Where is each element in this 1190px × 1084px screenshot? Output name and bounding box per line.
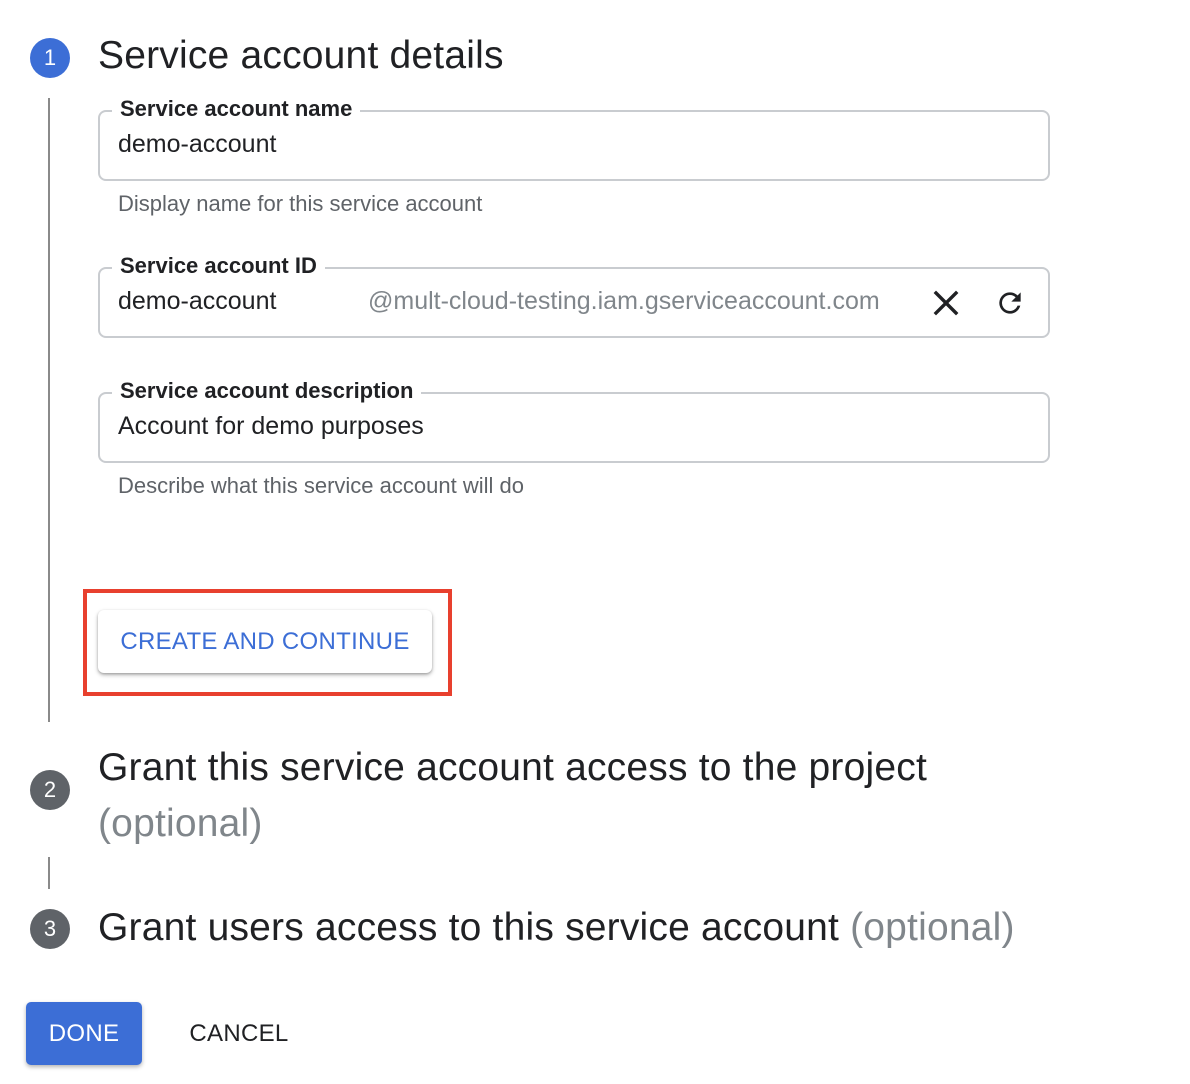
- step-2-indicator: 2: [30, 770, 70, 810]
- step-2-optional-label: (optional): [98, 802, 263, 845]
- step-2-connector: [48, 857, 50, 889]
- close-icon[interactable]: [926, 283, 966, 323]
- service-account-id-input[interactable]: demo-account: [118, 287, 276, 316]
- step-2-title[interactable]: Grant this service account access to the…: [98, 740, 1018, 852]
- service-account-description-field[interactable]: Service account description Account for …: [98, 378, 1050, 463]
- service-account-name-input[interactable]: demo-account: [118, 130, 276, 159]
- service-account-id-label: Service account ID: [112, 253, 325, 279]
- step-1-connector: [48, 98, 50, 722]
- service-account-id-field[interactable]: Service account ID demo-account @mult-cl…: [98, 253, 1050, 338]
- service-account-description-label: Service account description: [112, 378, 422, 404]
- service-account-name-label: Service account name: [112, 96, 361, 122]
- create-service-account-page: 1 Service account details Service accoun…: [0, 0, 1190, 1084]
- cancel-button[interactable]: CANCEL: [168, 1002, 310, 1065]
- create-and-continue-button[interactable]: CREATE AND CONTINUE: [98, 610, 432, 673]
- step-1-title[interactable]: Service account details: [98, 34, 504, 78]
- step-3-title-text: Grant users access to this service accou…: [98, 906, 840, 949]
- service-account-description-input[interactable]: Account for demo purposes: [118, 412, 424, 441]
- service-account-id-domain-suffix: @mult-cloud-testing.iam.gserviceaccount.…: [368, 287, 880, 315]
- step-3-title[interactable]: Grant users access to this service accou…: [98, 906, 1015, 950]
- step-1-indicator: 1: [30, 38, 70, 78]
- service-account-name-hint: Display name for this service account: [118, 191, 483, 216]
- service-account-name-field[interactable]: Service account name demo-account: [98, 96, 1050, 181]
- step-2-number: 2: [43, 777, 57, 802]
- step-1-number: 1: [43, 45, 57, 70]
- service-account-description-hint: Describe what this service account will …: [118, 473, 524, 498]
- step-3-number: 3: [43, 916, 57, 941]
- step-3-optional-label: (optional): [850, 906, 1015, 949]
- step-2-title-text: Grant this service account access to the…: [98, 746, 927, 789]
- refresh-icon[interactable]: [990, 283, 1030, 323]
- done-button[interactable]: DONE: [26, 1002, 142, 1065]
- step-3-indicator: 3: [30, 909, 70, 949]
